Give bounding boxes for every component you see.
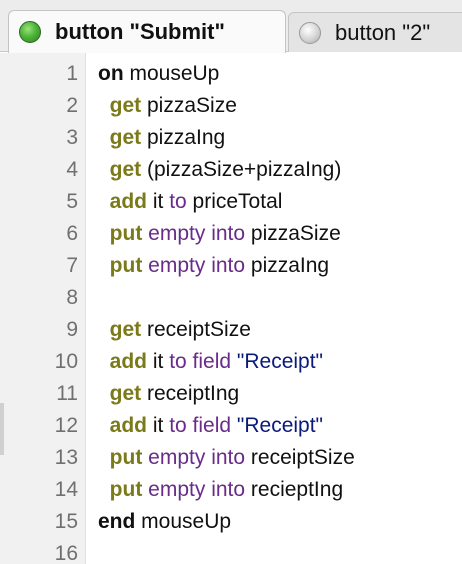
- code-token: put: [98, 254, 143, 277]
- code-line[interactable]: 2 get pizzaSize: [0, 90, 462, 122]
- code-token: empty into: [148, 446, 246, 469]
- code-text: get (pizzaSize+pizzaIng): [98, 158, 342, 182]
- line-number: 2: [66, 94, 78, 117]
- code-token: get: [98, 382, 142, 405]
- code-token: empty into: [148, 222, 246, 245]
- code-token: add: [98, 350, 148, 373]
- code-token: "Receipt": [231, 350, 324, 373]
- code-text: on mouseUp: [98, 62, 219, 86]
- code-token: receiptIng: [141, 382, 240, 405]
- line-number: 12: [54, 414, 78, 437]
- status-grey-dot-icon: [299, 21, 321, 44]
- code-line[interactable]: 14 put empty into recieptIng: [0, 474, 462, 506]
- line-number: 9: [66, 318, 78, 341]
- tab-label: button "Submit": [55, 19, 225, 44]
- tab-button-submit[interactable]: button "Submit": [8, 10, 286, 53]
- line-number: 8: [66, 286, 78, 309]
- code-text: put empty into pizzaSize: [98, 222, 341, 246]
- code-token: to field: [169, 350, 232, 373]
- code-token: on: [98, 62, 124, 85]
- code-text: add it to field "Receipt": [98, 414, 323, 438]
- tab-button-2[interactable]: button "2": [288, 12, 462, 52]
- code-text: end mouseUp: [98, 510, 231, 534]
- code-token: add: [98, 190, 148, 213]
- tab-bar: button "Submit" button "2": [0, 0, 462, 53]
- code-token: empty into: [148, 478, 246, 501]
- line-number: 7: [66, 254, 78, 277]
- line-number: 1: [66, 62, 78, 85]
- code-line[interactable]: 11 get receiptIng: [0, 378, 462, 410]
- line-number: 6: [66, 222, 78, 245]
- code-token: pizzaIng: [245, 254, 330, 277]
- code-token: it: [147, 414, 170, 437]
- code-token: it: [147, 350, 170, 373]
- code-text: get receiptSize: [98, 318, 251, 342]
- code-line[interactable]: 4 get (pizzaSize+pizzaIng): [0, 154, 462, 186]
- code-token: pizzaSize: [245, 222, 341, 245]
- code-token: get: [98, 94, 142, 117]
- tab-label: button "2": [335, 19, 431, 45]
- code-line[interactable]: 15 end mouseUp: [0, 506, 462, 538]
- code-token: pizzaIng: [141, 126, 226, 149]
- code-token: to field: [169, 414, 232, 437]
- code-token: add: [98, 414, 148, 437]
- line-number: 13: [54, 446, 78, 469]
- code-line[interactable]: 1 on mouseUp: [0, 58, 462, 90]
- code-line[interactable]: 9 get receiptSize: [0, 314, 462, 346]
- code-token: put: [98, 446, 143, 469]
- code-editor[interactable]: 1 on mouseUp 2 get pizzaSize 3 get pizzaIng…: [0, 53, 462, 564]
- code-token: receiptSize: [245, 446, 355, 469]
- code-text: get pizzaIng: [98, 126, 226, 150]
- line-number: 4: [66, 158, 78, 181]
- code-text: add it to priceTotal: [98, 190, 283, 214]
- script-editor-window: button "Submit" button "2" 1 on mouseUp 2 …: [0, 0, 462, 564]
- line-number: 10: [54, 350, 78, 373]
- line-number: 5: [66, 190, 78, 213]
- code-token: get: [98, 158, 142, 181]
- code-token: receiptSize: [141, 318, 251, 341]
- code-text: put empty into pizzaIng: [98, 254, 329, 278]
- status-green-dot-icon: [19, 21, 41, 43]
- code-token: (pizzaSize+pizzaIng): [141, 158, 342, 181]
- code-line[interactable]: 16: [0, 538, 462, 564]
- line-number: 14: [54, 478, 78, 501]
- code-line[interactable]: 12 add it to field "Receipt": [0, 410, 462, 442]
- code-line[interactable]: 3 get pizzaIng: [0, 122, 462, 154]
- line-number: 3: [66, 126, 78, 149]
- code-token: mouseUp: [135, 510, 232, 533]
- code-text: put empty into receiptSize: [98, 446, 355, 470]
- code-token: put: [98, 222, 143, 245]
- code-token: it: [147, 190, 170, 213]
- code-line[interactable]: 10 add it to field "Receipt": [0, 346, 462, 378]
- code-token: put: [98, 478, 143, 501]
- code-token: pizzaSize: [141, 94, 237, 117]
- line-number: 15: [54, 510, 78, 533]
- code-text: get receiptIng: [98, 382, 240, 406]
- code-text: add it to field "Receipt": [98, 350, 323, 374]
- code-token: empty into: [148, 254, 246, 277]
- code-line[interactable]: 6 put empty into pizzaSize: [0, 218, 462, 250]
- code-text: put empty into recieptIng: [98, 478, 343, 502]
- code-line[interactable]: 5 add it to priceTotal: [0, 186, 462, 218]
- code-line[interactable]: 13 put empty into receiptSize: [0, 442, 462, 474]
- code-token: mouseUp: [123, 62, 220, 85]
- code-line[interactable]: 7 put empty into pizzaIng: [0, 250, 462, 282]
- code-line[interactable]: 8: [0, 282, 462, 314]
- line-number: 11: [56, 382, 78, 405]
- code-token: to: [169, 190, 187, 213]
- code-token: priceTotal: [186, 190, 283, 213]
- code-token: recieptIng: [245, 478, 344, 501]
- code-token: get: [98, 318, 142, 341]
- code-token: get: [98, 126, 142, 149]
- code-text: get pizzaSize: [98, 94, 237, 118]
- code-token: "Receipt": [231, 414, 324, 437]
- line-number: 16: [54, 542, 78, 564]
- code-token: end: [98, 510, 136, 533]
